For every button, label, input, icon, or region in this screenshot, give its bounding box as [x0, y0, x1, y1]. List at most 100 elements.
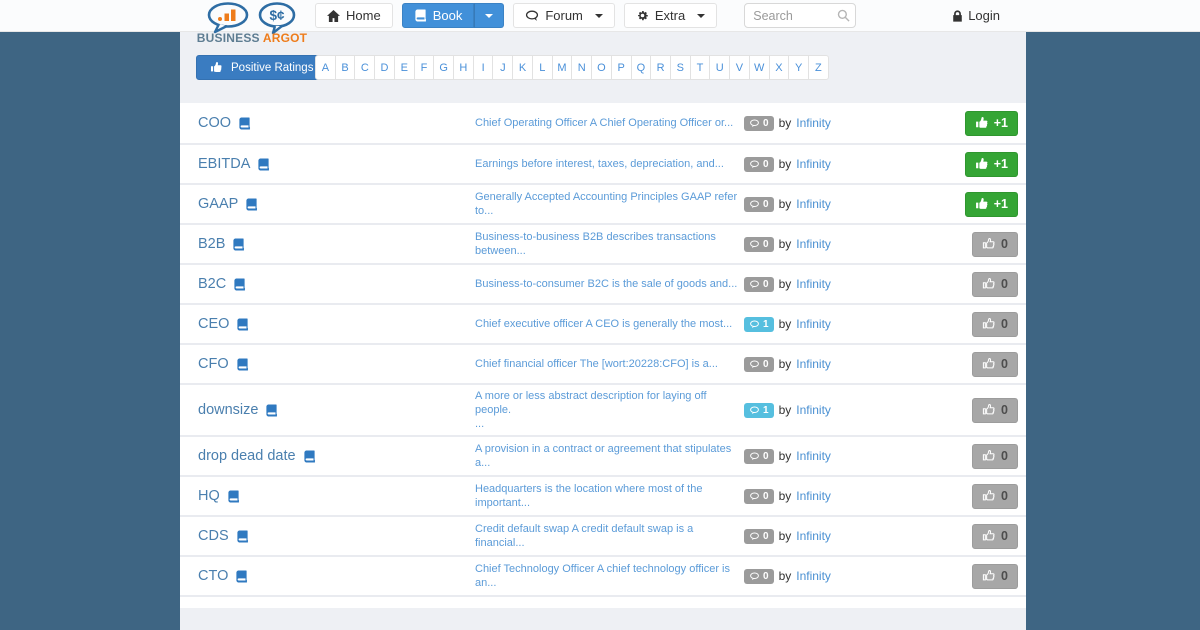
home-icon	[327, 10, 340, 22]
alphabet-letter-n[interactable]: N	[571, 55, 592, 80]
book-icon	[236, 530, 249, 543]
alphabet-letter-c[interactable]: C	[354, 55, 375, 80]
author-link[interactable]: Infinity	[796, 569, 831, 583]
alphabet-letter-k[interactable]: K	[512, 55, 533, 80]
by-label: by	[779, 116, 792, 130]
extra-button[interactable]: Extra	[624, 3, 717, 28]
rating-button[interactable]: 0	[972, 352, 1018, 377]
by-label: by	[779, 569, 792, 583]
author-link[interactable]: Infinity	[796, 197, 831, 211]
book-dropdown-toggle[interactable]	[474, 3, 504, 28]
alphabet-letter-x[interactable]: X	[769, 55, 790, 80]
alphabet-letter-z[interactable]: Z	[808, 55, 829, 80]
list-row: GAAP Generally Accepted Accounting Princ…	[180, 183, 1026, 223]
forum-button[interactable]: Forum	[513, 3, 615, 28]
author-link[interactable]: Infinity	[796, 277, 831, 291]
rating-button[interactable]: +1	[965, 152, 1018, 177]
term-link[interactable]: COO	[198, 115, 231, 131]
home-button[interactable]: Home	[315, 3, 393, 28]
alphabet-letter-p[interactable]: P	[611, 55, 632, 80]
term-description[interactable]: Chief Technology Officer A chief technol…	[475, 562, 744, 590]
term-link[interactable]: B2B	[198, 236, 225, 252]
by-label: by	[779, 403, 792, 417]
rating-button[interactable]: 0	[972, 312, 1018, 337]
term-link[interactable]: CDS	[198, 528, 229, 544]
alphabet-letter-i[interactable]: I	[473, 55, 494, 80]
rating-button[interactable]: 0	[972, 232, 1018, 257]
rating-button[interactable]: +1	[965, 192, 1018, 217]
alphabet-letter-f[interactable]: F	[414, 55, 435, 80]
list-row: HQ Headquarters is the location where mo…	[180, 475, 1026, 515]
alphabet-letter-t[interactable]: T	[690, 55, 711, 80]
term-link[interactable]: B2C	[198, 276, 226, 292]
alphabet-letter-j[interactable]: J	[492, 55, 513, 80]
rating-button[interactable]: +1	[965, 111, 1018, 136]
author-link[interactable]: Infinity	[796, 317, 831, 331]
alphabet-letter-s[interactable]: S	[670, 55, 691, 80]
rating-button[interactable]: 0	[972, 444, 1018, 469]
comment-icon	[749, 320, 760, 329]
alphabet-letter-u[interactable]: U	[709, 55, 730, 80]
term-link[interactable]: CTO	[198, 568, 228, 584]
rating-button[interactable]: 0	[972, 398, 1018, 423]
alphabet-letter-q[interactable]: Q	[631, 55, 652, 80]
by-label: by	[779, 317, 792, 331]
comment-icon	[749, 492, 760, 501]
term-description[interactable]: A more or less abstract description for …	[475, 389, 744, 431]
term-description[interactable]: Chief executive officer A CEO is general…	[475, 317, 744, 331]
term-link[interactable]: downsize	[198, 402, 258, 418]
rating-button[interactable]: 0	[972, 272, 1018, 297]
rating-button[interactable]: 0	[972, 484, 1018, 509]
brand-logo[interactable]: $¢ BUSINESS ARGOT	[193, 2, 311, 45]
term-link[interactable]: HQ	[198, 488, 220, 504]
comment-count-badge: 0	[744, 449, 774, 464]
comment-icon	[749, 119, 760, 128]
term-description[interactable]: Business-to-consumer B2C is the sale of …	[475, 277, 744, 291]
alphabet-letter-v[interactable]: V	[729, 55, 750, 80]
comment-icon	[749, 572, 760, 581]
rating-button[interactable]: 0	[972, 524, 1018, 549]
alphabet-letter-m[interactable]: M	[552, 55, 573, 80]
thumbs-up-outline-icon	[982, 403, 996, 417]
term-description[interactable]: Credit default swap A credit default swa…	[475, 522, 744, 550]
comment-icon	[749, 240, 760, 249]
term-description[interactable]: Generally Accepted Accounting Principles…	[475, 190, 744, 218]
alphabet-letter-l[interactable]: L	[532, 55, 553, 80]
term-description[interactable]: Chief Operating Officer A Chief Operatin…	[475, 116, 744, 130]
author-link[interactable]: Infinity	[796, 157, 831, 171]
author-link[interactable]: Infinity	[796, 403, 831, 417]
term-description[interactable]: Chief financial officer The [wort:20228:…	[475, 357, 744, 371]
rating-button[interactable]: 0	[972, 564, 1018, 589]
term-description[interactable]: Earnings before interest, taxes, depreci…	[475, 157, 744, 171]
author-link[interactable]: Infinity	[796, 116, 831, 130]
alphabet-letter-b[interactable]: B	[335, 55, 356, 80]
alphabet-letter-g[interactable]: G	[433, 55, 454, 80]
term-link[interactable]: EBITDA	[198, 156, 250, 172]
alphabet-letter-e[interactable]: E	[394, 55, 415, 80]
login-button[interactable]: Login	[952, 3, 1000, 28]
alphabet-letter-o[interactable]: O	[591, 55, 612, 80]
alphabet-letter-d[interactable]: D	[374, 55, 395, 80]
search-icon	[837, 9, 850, 22]
author-link[interactable]: Infinity	[796, 357, 831, 371]
term-description[interactable]: A provision in a contract or agreement t…	[475, 442, 744, 470]
term-link[interactable]: GAAP	[198, 196, 238, 212]
term-link[interactable]: CFO	[198, 356, 229, 372]
author-link[interactable]: Infinity	[796, 489, 831, 503]
author-link[interactable]: Infinity	[796, 449, 831, 463]
term-description[interactable]: Headquarters is the location where most …	[475, 482, 744, 510]
term-link[interactable]: drop dead date	[198, 448, 296, 464]
gear-icon	[636, 9, 649, 22]
alphabet-letter-w[interactable]: W	[749, 55, 770, 80]
term-description[interactable]: Business-to-business B2B describes trans…	[475, 230, 744, 258]
alphabet-letter-r[interactable]: R	[650, 55, 671, 80]
alphabet-letter-y[interactable]: Y	[788, 55, 809, 80]
alphabet-letter-a[interactable]: A	[315, 55, 336, 80]
navbar: $¢ BUSINESS ARGOT Home Book	[180, 0, 1026, 48]
author-link[interactable]: Infinity	[796, 237, 831, 251]
author-link[interactable]: Infinity	[796, 529, 831, 543]
book-button[interactable]: Book	[402, 3, 475, 28]
thumbs-up-outline-icon	[982, 489, 996, 503]
term-link[interactable]: CEO	[198, 316, 229, 332]
alphabet-letter-h[interactable]: H	[453, 55, 474, 80]
